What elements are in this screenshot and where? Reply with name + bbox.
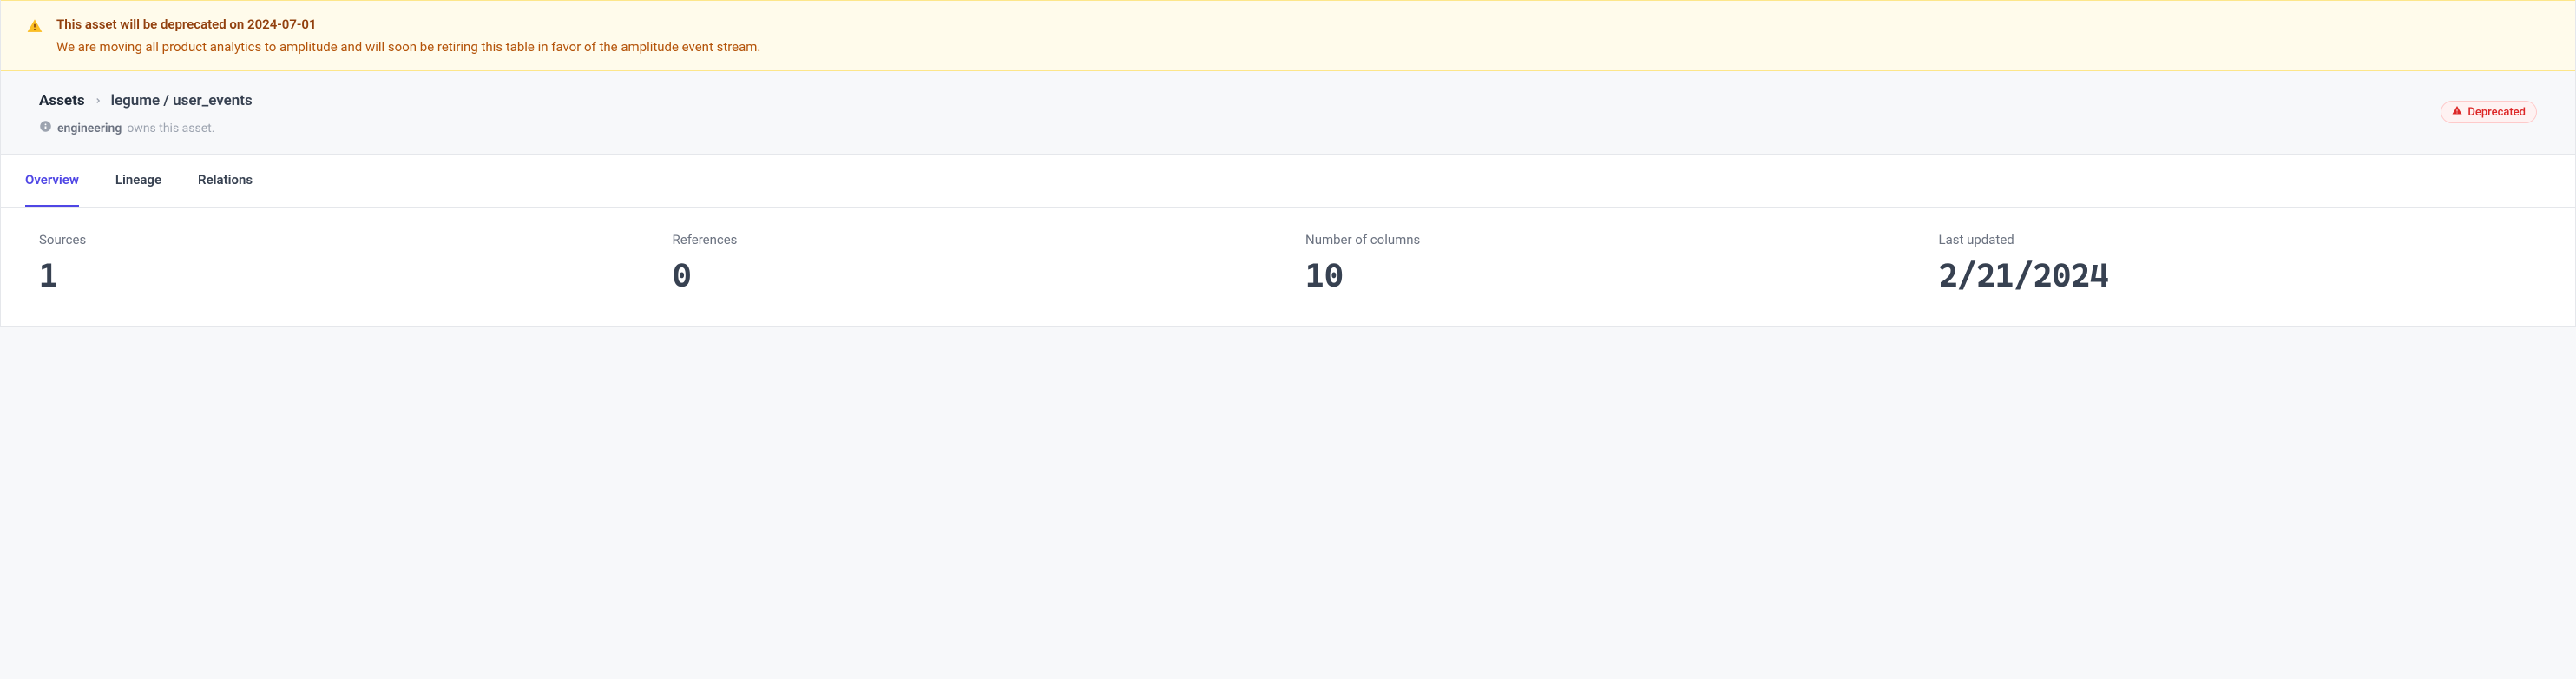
warning-icon [2452,105,2462,119]
stat-value: 0 [673,256,1272,294]
tabs: Overview Lineage Relations [1,154,2575,208]
stat-sources: Sources 1 [39,232,638,294]
stats-panel: Sources 1 References 0 Number of columns… [1,208,2575,326]
breadcrumb-root[interactable]: Assets [39,92,85,109]
breadcrumb-path: legume / user_events [111,92,253,109]
badge-label: Deprecated [2468,106,2526,119]
info-icon [39,120,52,136]
stat-last-updated: Last updated 2/21/2024 [1939,232,2538,294]
owner-info: engineering owns this asset. [39,120,2441,136]
breadcrumb: Assets legume / user_events [39,92,2441,109]
chevron-right-icon [94,92,102,109]
deprecated-badge: Deprecated [2441,101,2537,123]
banner-title: This asset will be deprecated on 2024-07… [56,16,2549,32]
owner-suffix: owns this asset. [127,122,214,135]
tab-lineage[interactable]: Lineage [115,155,161,207]
warning-icon [27,18,43,37]
tab-overview[interactable]: Overview [25,155,79,207]
stat-columns: Number of columns 10 [1305,232,1904,294]
stat-value: 1 [39,256,638,294]
stat-label: References [673,232,1272,247]
asset-header: Assets legume / user_events engineering … [1,71,2575,154]
stat-label: Last updated [1939,232,2538,247]
deprecation-banner: This asset will be deprecated on 2024-07… [1,0,2575,71]
stat-references: References 0 [673,232,1272,294]
banner-description: We are moving all product analytics to a… [56,39,2549,55]
stat-value: 10 [1305,256,1904,294]
stat-label: Number of columns [1305,232,1904,247]
tab-relations[interactable]: Relations [198,155,253,207]
owner-name: engineering [57,122,122,135]
stat-value: 2/21/2024 [1939,256,2538,294]
stat-label: Sources [39,232,638,247]
